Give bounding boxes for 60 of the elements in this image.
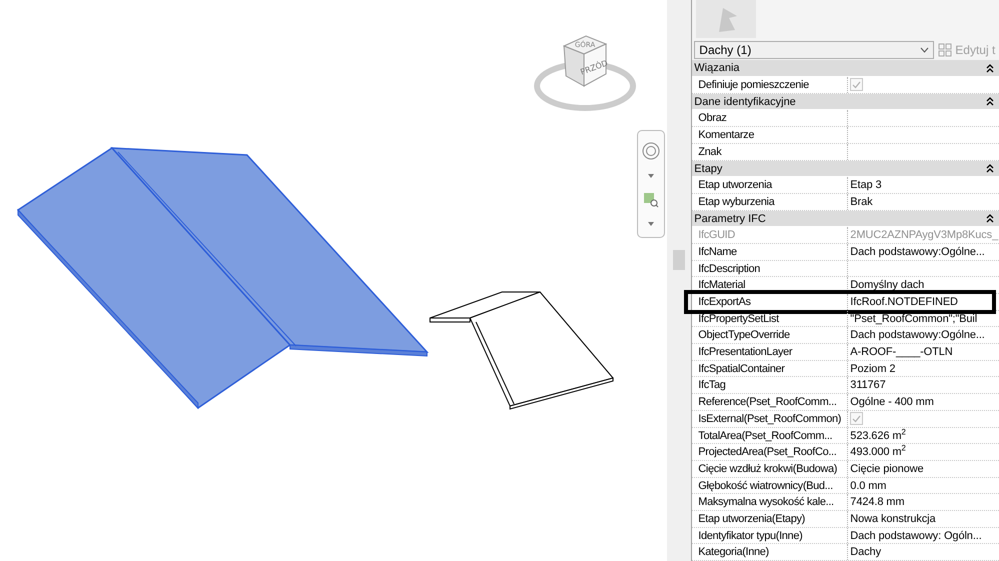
property-label: Kategoria(Inne) [692, 544, 848, 560]
type-preview-image [696, 0, 756, 38]
property-label: Znak [692, 144, 848, 160]
collapse-icon[interactable] [986, 64, 994, 73]
property-label: Głębokość wiatrownicy(Bud... [692, 478, 848, 494]
property-value[interactable]: 493.000 m$^{2}$ [848, 444, 999, 460]
property-label: IfcName [692, 244, 848, 260]
property-label: IfcPresentationLayer [692, 344, 848, 360]
property-value[interactable]: Nowa konstrukcja [848, 510, 999, 527]
property-label: IfcSpatialContainer [692, 360, 848, 376]
property-label: ProjectedArea(Pset_RoofCo... [692, 444, 848, 460]
property-label: IfcTag [692, 377, 848, 394]
property-label: IfcDescription [692, 260, 848, 276]
property-value[interactable]: 0.0 mm [848, 478, 999, 494]
dropdown-arrow-icon[interactable] [648, 174, 654, 178]
property-value[interactable]: 523.626 m$^{2}$ [848, 428, 999, 444]
property-value[interactable]: Brak [848, 194, 999, 210]
property-value[interactable]: IfcRoof.NOTDEFINED [848, 294, 999, 310]
property-label: Identyfikator typu(Inne) [692, 528, 848, 544]
steering-wheel-icon[interactable] [642, 142, 660, 160]
property-label: ObjectTypeOverride [692, 327, 848, 344]
property-label: Obraz [692, 110, 848, 126]
property-label: IfcPropertySetList [692, 310, 848, 326]
property-label: Maksymalna wysokość kale... [692, 494, 848, 510]
property-value[interactable]: Dach podstawowy:Ogólne... [848, 327, 999, 344]
property-value[interactable]: 311767 [848, 377, 999, 394]
property-label: IsExternal(Pset_RoofCommon) [692, 410, 848, 426]
property-label: IfcGUID [692, 227, 848, 243]
property-value[interactable]: 7424.8 mm [848, 494, 999, 510]
checkbox[interactable] [850, 78, 864, 92]
property-label: Reference(Pset_RoofComm... [692, 394, 848, 410]
property-value[interactable]: Cięcie pionowe [848, 460, 999, 477]
collapse-icon[interactable] [986, 97, 994, 106]
chevron-down-icon[interactable] [920, 47, 930, 53]
property-value[interactable]: A-ROOF-____-OTLN [848, 344, 999, 360]
type-selector[interactable]: Dachy (1) [694, 41, 934, 59]
collapse-icon[interactable] [986, 164, 994, 173]
checkbox[interactable] [850, 412, 864, 426]
property-label: Definiuje pomieszczenie [692, 77, 848, 93]
grid-icon [938, 43, 952, 57]
property-label: Komentarze [692, 127, 848, 143]
property-value[interactable]: Dachy [848, 544, 999, 560]
property-label: Etap utworzenia(Etapy) [692, 510, 848, 527]
property-value[interactable]: Etap 3 [848, 177, 999, 193]
property-value[interactable]: Dach podstawowy:Ogólne... [848, 244, 999, 260]
property-value[interactable]: Domyślny dach [848, 277, 999, 293]
scroll-thumb[interactable] [673, 250, 686, 270]
property-label: IfcExportAs [692, 294, 848, 310]
collapse-icon[interactable] [986, 214, 994, 223]
property-value[interactable]: "Pset_RoofCommon";"Buil [848, 310, 999, 326]
property-value[interactable]: Ogólne - 400 mm [848, 394, 999, 410]
property-label: TotalArea(Pset_RoofComm... [692, 428, 848, 444]
dropdown-arrow-icon[interactable] [648, 222, 654, 226]
property-label: Etap wyburzenia [692, 194, 848, 210]
property-value[interactable]: Dach podstawowy: Ogóln... [848, 528, 999, 544]
property-label: Etap utworzenia [692, 177, 848, 193]
property-value[interactable]: Poziom 2 [848, 360, 999, 376]
property-label: Cięcie wzdłuż krokwi(Budowa) [692, 460, 848, 477]
property-label: IfcMaterial [692, 277, 848, 293]
zoom-icon[interactable] [643, 192, 659, 208]
